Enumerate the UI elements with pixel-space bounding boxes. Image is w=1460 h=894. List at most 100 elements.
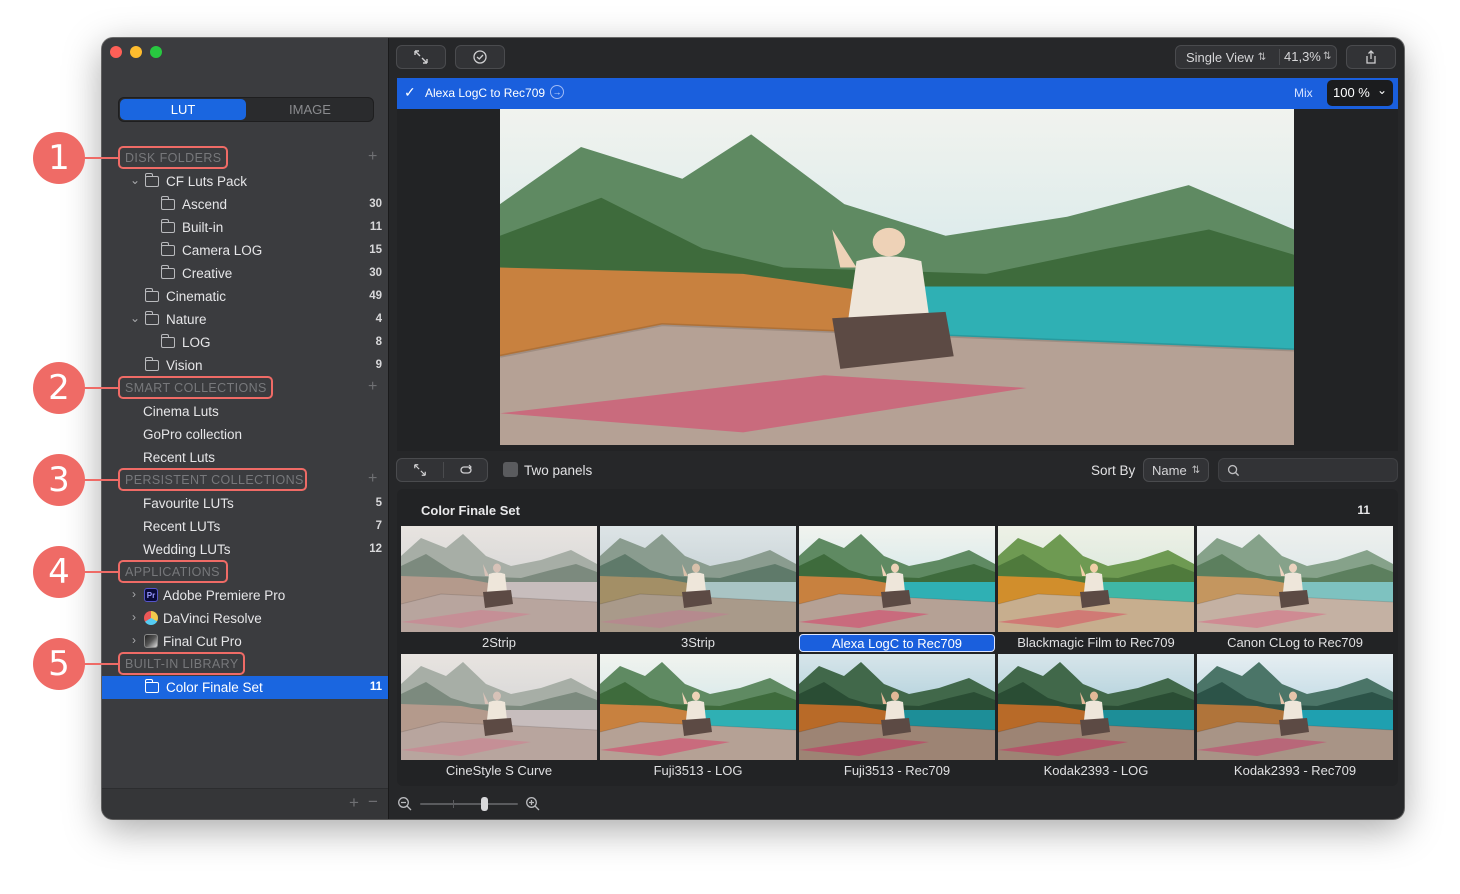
sidebar-item-creative[interactable]: Creative 30 <box>102 262 388 285</box>
sidebar-item-label: Cinematic <box>166 289 227 304</box>
image-viewer <box>397 109 1398 451</box>
lut-thumbnail[interactable]: Canon CLog to Rec709 <box>1197 526 1393 654</box>
close-window-button[interactable] <box>110 46 122 58</box>
mix-select[interactable]: 100 % ⌄ <box>1327 80 1393 106</box>
sidebar-item-recent-luts[interactable]: Recent Luts <box>102 446 388 469</box>
lut-thumbnail[interactable]: 2Strip <box>401 526 597 654</box>
sidebar-item-ascend[interactable]: Ascend 30 <box>102 193 388 216</box>
sidebar-item-label: Adobe Premiere Pro <box>163 588 286 603</box>
remove-item-button[interactable]: − <box>368 792 378 812</box>
sidebar-item-final-cut-pro[interactable]: › Final Cut Pro <box>102 630 388 653</box>
preview-image[interactable] <box>500 109 1294 445</box>
lut-thumbnail-label: Canon CLog to Rec709 <box>1227 635 1363 650</box>
zoom-level[interactable]: 41,3% <box>1284 49 1321 64</box>
group-count: 11 <box>1357 503 1370 517</box>
share-button[interactable] <box>1346 45 1396 69</box>
lut-thumbnail-label: 2Strip <box>482 635 516 650</box>
add-smart-collection-button[interactable]: + <box>368 378 377 396</box>
item-count: 11 <box>369 681 382 693</box>
item-count: 9 <box>375 359 382 371</box>
lut-thumbnail[interactable]: Fuji3513 - LOG <box>600 654 796 782</box>
app-window: LUT IMAGE DISK FOLDERS + ⌄ CF Luts Pack … <box>102 38 1404 819</box>
sidebar-item-favourite-luts[interactable]: Favourite LUTs 5 <box>102 492 388 515</box>
lut-thumbnail[interactable]: 3Strip <box>600 526 796 654</box>
annotation-marker-3: 3 <box>33 454 85 506</box>
arrow-right-circle-icon[interactable]: → <box>550 85 564 99</box>
folder-icon <box>160 219 175 233</box>
sidebar-item-recent-luts-persistent[interactable]: Recent LUTs 7 <box>102 515 388 538</box>
view-mode-value: Single View <box>1186 49 1254 65</box>
lut-thumbnail[interactable]: CineStyle S Curve <box>401 654 597 782</box>
sidebar-item-log[interactable]: LOG 8 <box>102 331 388 354</box>
fit-view-button[interactable] <box>396 45 446 69</box>
folder-icon <box>160 265 175 279</box>
sidebar-item-davinci-resolve[interactable]: › DaVinci Resolve <box>102 607 388 630</box>
sidebar-item-gopro-collection[interactable]: GoPro collection <box>102 423 388 446</box>
lut-thumbnail-label: Kodak2393 - LOG <box>1043 763 1149 778</box>
updown-chevron-icon: ⇅ <box>1257 51 1267 63</box>
swap-panels-button[interactable] <box>443 459 489 481</box>
sidebar-item-vision[interactable]: Vision 9 <box>102 354 388 377</box>
two-panels-checkbox[interactable] <box>503 462 518 477</box>
item-count: 15 <box>369 244 382 256</box>
check-circle-icon <box>473 50 487 64</box>
lut-thumbnail[interactable]: Kodak2393 - Rec709 <box>1197 654 1393 782</box>
annotation-marker-4: 4 <box>33 546 85 598</box>
chevron-down-icon[interactable]: ⌄ <box>130 173 140 187</box>
thumbnail-size-slider[interactable] <box>420 797 518 811</box>
chevron-right-icon[interactable]: › <box>132 610 136 624</box>
active-lut-bar: ✓ Alexa LogC to Rec709 → Mix 100 % ⌄ <box>397 78 1398 109</box>
item-count: 4 <box>375 313 382 325</box>
slider-thumb[interactable] <box>481 797 488 811</box>
add-persistent-collection-button[interactable]: + <box>368 470 377 488</box>
lut-preview-image <box>799 526 995 632</box>
apply-button[interactable] <box>455 45 505 69</box>
sidebar-item-cinema-luts[interactable]: Cinema Luts <box>102 400 388 423</box>
sidebar-item-nature[interactable]: ⌄ Nature 4 <box>102 308 388 331</box>
chevron-right-icon[interactable]: › <box>132 587 136 601</box>
sidebar-item-label: GoPro collection <box>143 427 243 442</box>
sidebar-item-built-in[interactable]: Built-in 11 <box>102 216 388 239</box>
updown-chevron-icon: ⇅ <box>1323 51 1332 62</box>
sort-select[interactable]: Name ⇅ <box>1143 458 1209 482</box>
sidebar-item-label: Ascend <box>182 197 228 212</box>
sidebar-item-label: Recent LUTs <box>143 519 221 534</box>
lut-thumbnail-label: 3Strip <box>681 635 715 650</box>
sidebar-item-adobe-premiere-pro[interactable]: › Pr Adobe Premiere Pro <box>102 584 388 607</box>
search-input[interactable] <box>1245 461 1393 479</box>
lut-tab[interactable]: LUT <box>120 99 246 120</box>
sidebar-item-color-finale-set[interactable]: Color Finale Set 11 <box>102 676 388 699</box>
item-count: 7 <box>375 520 382 532</box>
lut-preview-image <box>1197 526 1393 632</box>
checkmark-icon[interactable]: ✓ <box>404 84 416 101</box>
minimize-window-button[interactable] <box>130 46 142 58</box>
lut-thumbnail[interactable]: Kodak2393 - LOG <box>998 654 1194 782</box>
zoom-window-button[interactable] <box>150 46 162 58</box>
expand-arrows-icon <box>414 464 426 476</box>
sidebar-item-camera-log[interactable]: Camera LOG 15 <box>102 239 388 262</box>
swap-icon <box>460 464 472 474</box>
item-count: 8 <box>375 336 382 348</box>
chevron-right-icon[interactable]: › <box>132 633 136 647</box>
sidebar-item-cinematic[interactable]: Cinematic 49 <box>102 285 388 308</box>
lut-thumbnail[interactable]: Blackmagic Film to Rec709 <box>998 526 1194 654</box>
sidebar-item-label: Cinema Luts <box>143 404 219 419</box>
folder-icon <box>160 242 175 256</box>
lut-browser-grid: Color Finale Set 11 2Strip 3Strip Alexa Lo… <box>397 489 1398 786</box>
add-disk-folder-button[interactable]: + <box>368 148 377 166</box>
lut-thumbnail[interactable]: Alexa LogC to Rec709 <box>799 526 995 654</box>
add-item-button[interactable]: + <box>349 793 359 813</box>
expand-browser-button[interactable] <box>397 459 443 481</box>
lut-thumbnail[interactable]: Fuji3513 - Rec709 <box>799 654 995 782</box>
search-field[interactable] <box>1218 458 1398 482</box>
chevron-down-icon[interactable]: ⌄ <box>130 311 140 325</box>
zoom-in-icon[interactable] <box>525 796 541 812</box>
lut-preview-image <box>401 526 597 632</box>
view-mode-select[interactable]: Single View ⇅ 41,3% ⇅ <box>1175 45 1337 69</box>
annotation-leader-line <box>84 479 120 481</box>
image-tab[interactable]: IMAGE <box>247 99 373 120</box>
zoom-out-icon[interactable] <box>397 796 413 812</box>
sidebar-item-label: DaVinci Resolve <box>163 611 262 626</box>
sidebar-item-cf-luts-pack[interactable]: ⌄ CF Luts Pack <box>102 170 388 193</box>
sidebar-item-wedding-luts[interactable]: Wedding LUTs 12 <box>102 538 388 561</box>
